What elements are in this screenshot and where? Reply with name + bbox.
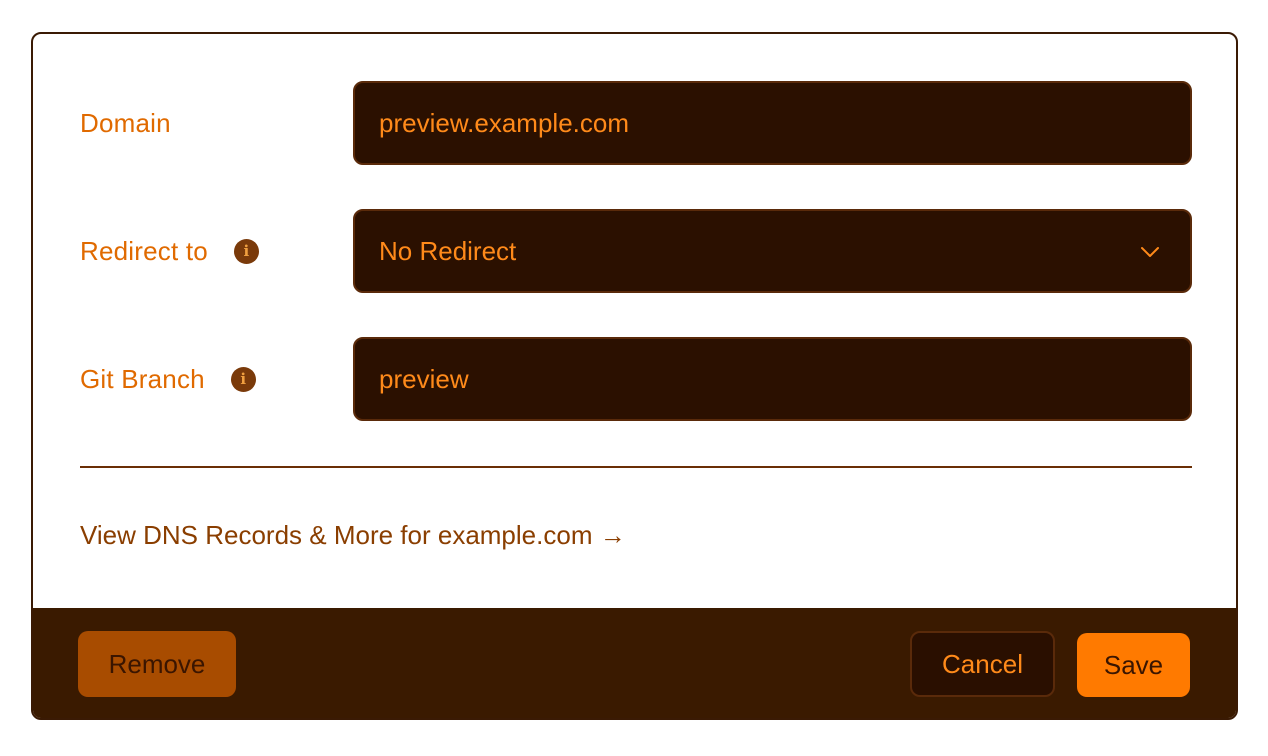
view-dns-records-link[interactable]: View DNS Records & More for example.com … xyxy=(80,520,626,551)
chevron-down-icon xyxy=(1141,247,1159,257)
redirect-select[interactable]: No Redirect xyxy=(353,209,1192,293)
card-footer: Remove Cancel Save xyxy=(33,608,1236,718)
redirect-row: Redirect to i No Redirect xyxy=(80,209,1192,293)
git-branch-input[interactable]: preview xyxy=(353,337,1192,421)
domain-label: Domain xyxy=(80,81,171,165)
git-branch-label-text: Git Branch xyxy=(80,363,205,394)
info-icon[interactable]: i xyxy=(230,366,256,392)
domain-form: Domain preview.example.com Redirect to i… xyxy=(33,34,1236,608)
info-icon[interactable]: i xyxy=(233,238,259,264)
domain-row: Domain preview.example.com xyxy=(80,81,1192,165)
git-branch-row: Git Branch i preview xyxy=(80,337,1192,421)
save-button[interactable]: Save xyxy=(1077,633,1190,697)
git-branch-input-value: preview xyxy=(379,363,469,394)
redirect-label: Redirect to i xyxy=(80,209,259,293)
divider xyxy=(80,466,1192,468)
remove-button[interactable]: Remove xyxy=(78,631,236,697)
domain-label-text: Domain xyxy=(80,107,171,138)
domain-input[interactable]: preview.example.com xyxy=(353,81,1192,165)
domain-input-value: preview.example.com xyxy=(379,107,629,138)
git-branch-label: Git Branch i xyxy=(80,337,256,421)
cancel-button[interactable]: Cancel xyxy=(910,631,1055,697)
redirect-label-text: Redirect to xyxy=(80,235,208,266)
redirect-select-value: No Redirect xyxy=(379,235,517,266)
domain-settings-card: Domain preview.example.com Redirect to i… xyxy=(31,32,1238,720)
